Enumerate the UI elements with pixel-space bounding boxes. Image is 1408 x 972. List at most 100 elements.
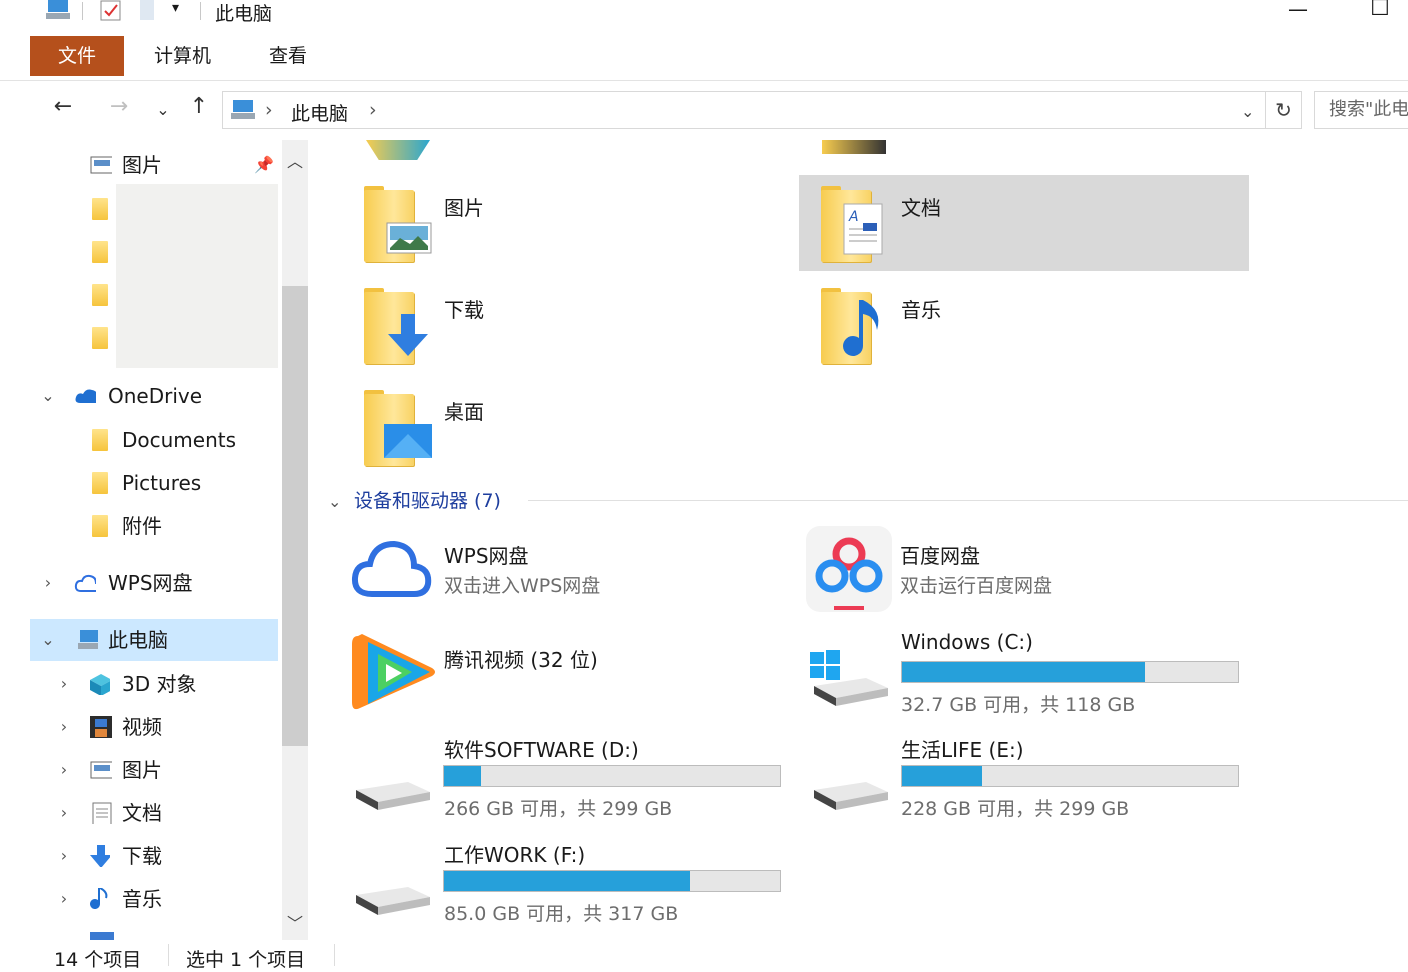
folder-icon[interactable] (92, 284, 108, 306)
scroll-down-chevron-icon[interactable]: ﹀ (287, 910, 303, 934)
title-bar: ▾ 此电脑 — ☐ (0, 0, 1408, 28)
navigation-bar: ← → ⌄ ↑ › 此电脑 › ⌄ ↻ 搜索"此电脑" (0, 88, 1408, 134)
chevron-down-icon[interactable]: ⌄ (38, 619, 58, 661)
drive-free-space: 85.0 GB 可用，共 317 GB (444, 903, 679, 925)
up-arrow-icon[interactable]: ↑ (184, 94, 214, 119)
status-bar: 14 个项目 选中 1 个项目 (0, 940, 1408, 971)
folder-icon (92, 429, 108, 451)
minimize-button[interactable]: — (1278, 0, 1318, 24)
app-tencent-video[interactable]: 腾讯视频 (32 位) (348, 630, 798, 726)
tab-file[interactable]: 文件 (30, 36, 125, 76)
sidebar-scrollbar[interactable]: ︿ ﹀ (282, 140, 308, 940)
sidebar-item-videos[interactable]: › 视频 (0, 706, 282, 748)
videos-folder-icon[interactable] (822, 140, 886, 154)
address-history-chevron-icon[interactable]: ⌄ (1241, 102, 1254, 121)
sidebar-item-documents[interactable]: › 文档 (0, 792, 282, 834)
pin-icon[interactable]: 📌 (254, 144, 274, 186)
drive-d[interactable]: 软件SOFTWARE (D:) 266 GB 可用，共 299 GB (348, 734, 798, 830)
refresh-icon[interactable]: ↻ (1266, 91, 1302, 129)
wps-cloud-icon (74, 574, 96, 592)
drive-f[interactable]: 工作WORK (F:) 85.0 GB 可用，共 317 GB (348, 839, 798, 935)
drive-c[interactable]: Windows (C:) 32.7 GB 可用，共 118 GB (806, 630, 1256, 726)
sidebar-item-onedrive[interactable]: ⌄ OneDrive (0, 375, 282, 417)
breadcrumb-separator-icon[interactable]: › (369, 99, 377, 121)
svg-text:A: A (848, 209, 859, 225)
wps-cloud-icon (351, 540, 432, 597)
sidebar-item-pictures[interactable]: › 图片 (0, 749, 282, 791)
sidebar-item-onedrive-pictures[interactable]: Pictures (0, 462, 282, 504)
sidebar-item-pinned-pictures[interactable]: 图片 📌 (0, 144, 282, 186)
sidebar-item-thispc[interactable]: ⌄ 此电脑 (30, 619, 278, 661)
folder-desktop[interactable]: 桌面 (356, 380, 796, 476)
chevron-right-icon[interactable]: › (54, 835, 74, 877)
chevron-right-icon[interactable]: › (54, 663, 74, 705)
chevron-down-icon[interactable]: ⌄ (38, 375, 58, 417)
search-input[interactable]: 搜索"此电脑" (1314, 91, 1408, 129)
folder-documents[interactable]: A 文档 (799, 175, 1249, 271)
chevron-right-icon[interactable]: › (38, 562, 58, 604)
app-name: 腾讯视频 (32 位) (444, 648, 598, 672)
sidebar-item-label: 视频 (122, 715, 162, 739)
folder-downloads[interactable]: 下载 (356, 278, 796, 374)
sidebar-item-3d-objects[interactable]: › 3D 对象 (0, 663, 282, 705)
film-icon (90, 716, 112, 738)
maximize-button[interactable]: ☐ (1360, 0, 1400, 24)
folder-music[interactable]: 音乐 (799, 278, 1249, 374)
chevron-right-icon[interactable]: › (54, 792, 74, 834)
drive-name: 软件SOFTWARE (D:) (444, 738, 639, 762)
app-baidu-netdisk[interactable]: 百度网盘 双击运行百度网盘 (806, 526, 1256, 622)
address-bar[interactable]: › 此电脑 › ⌄ (222, 91, 1266, 129)
folder-icon[interactable] (92, 241, 108, 263)
sidebar-item-onedrive-documents[interactable]: Documents (0, 419, 282, 461)
sidebar-item-music[interactable]: › 音乐 (0, 878, 282, 920)
recent-locations-chevron-icon[interactable]: ⌄ (148, 100, 178, 119)
scroll-up-chevron-icon[interactable]: ︿ (287, 148, 303, 172)
quick-access-dropdown-icon[interactable]: ▾ (172, 0, 179, 16)
document-icon (92, 802, 112, 824)
sidebar-item-onedrive-attachments[interactable]: 附件 (0, 505, 282, 547)
folder-pictures[interactable]: 图片 (356, 176, 796, 272)
sidebar-item-label: 下载 (122, 844, 162, 868)
download-arrow-icon (388, 314, 428, 356)
redacted-region (116, 184, 278, 368)
item-count: 14 个项目 (54, 949, 142, 971)
drive-usage-fill (902, 766, 982, 786)
sidebar-item-label: WPS网盘 (108, 571, 193, 595)
tab-computer[interactable]: 计算机 (130, 36, 235, 76)
chevron-right-icon[interactable]: › (54, 706, 74, 748)
music-note-icon (90, 888, 108, 909)
folder-name: 下载 (444, 298, 484, 322)
folder-name: 桌面 (444, 400, 484, 424)
folder-icon[interactable] (92, 198, 108, 220)
sidebar-item-wps-drive[interactable]: › WPS网盘 (0, 562, 282, 604)
section-collapse-chevron-icon[interactable]: ⌄ (328, 492, 341, 511)
picture-icon (90, 156, 112, 174)
sidebar-scrollbar-thumb[interactable] (282, 286, 308, 746)
sidebar-item-label: 图片 (122, 153, 162, 177)
drive-name: 生活LIFE (E:) (901, 738, 1024, 762)
sidebar-item-label: Pictures (122, 471, 202, 495)
drive-e[interactable]: 生活LIFE (E:) 228 GB 可用，共 299 GB (806, 734, 1256, 830)
chevron-right-icon[interactable]: › (54, 878, 74, 920)
drive-usage-fill (444, 766, 481, 786)
sidebar-item-downloads[interactable]: › 下载 (0, 835, 282, 877)
forward-arrow-icon[interactable]: → (104, 94, 134, 119)
breadcrumb-thispc[interactable]: 此电脑 (291, 99, 348, 126)
breadcrumb-separator-icon[interactable]: › (265, 99, 273, 121)
back-arrow-icon[interactable]: ← (48, 94, 78, 119)
tab-view[interactable]: 查看 (245, 36, 331, 76)
3d-objects-folder-icon[interactable] (366, 140, 430, 160)
status-divider (334, 944, 335, 966)
new-folder-icon[interactable] (138, 0, 156, 22)
sidebar-item-label: OneDrive (108, 384, 203, 408)
content-pane: 图片 A 文档 下载 音乐 桌面 ⌄ 设备和驱动器 (7) WPS网盘 双击进入… (308, 140, 1408, 940)
chevron-right-icon[interactable]: › (54, 749, 74, 791)
computer-icon[interactable] (44, 0, 72, 22)
folder-name: 图片 (444, 196, 484, 220)
drive-usage-fill (444, 871, 690, 891)
navigation-pane: 图片 📌 ⌄ OneDrive Documents Pictures 附件 › … (0, 140, 282, 940)
app-wps-drive[interactable]: WPS网盘 双击进入WPS网盘 (348, 528, 798, 624)
folder-icon[interactable] (92, 327, 108, 349)
properties-check-icon[interactable] (100, 0, 122, 22)
devices-section-header[interactable]: 设备和驱动器 (7) (354, 486, 501, 513)
